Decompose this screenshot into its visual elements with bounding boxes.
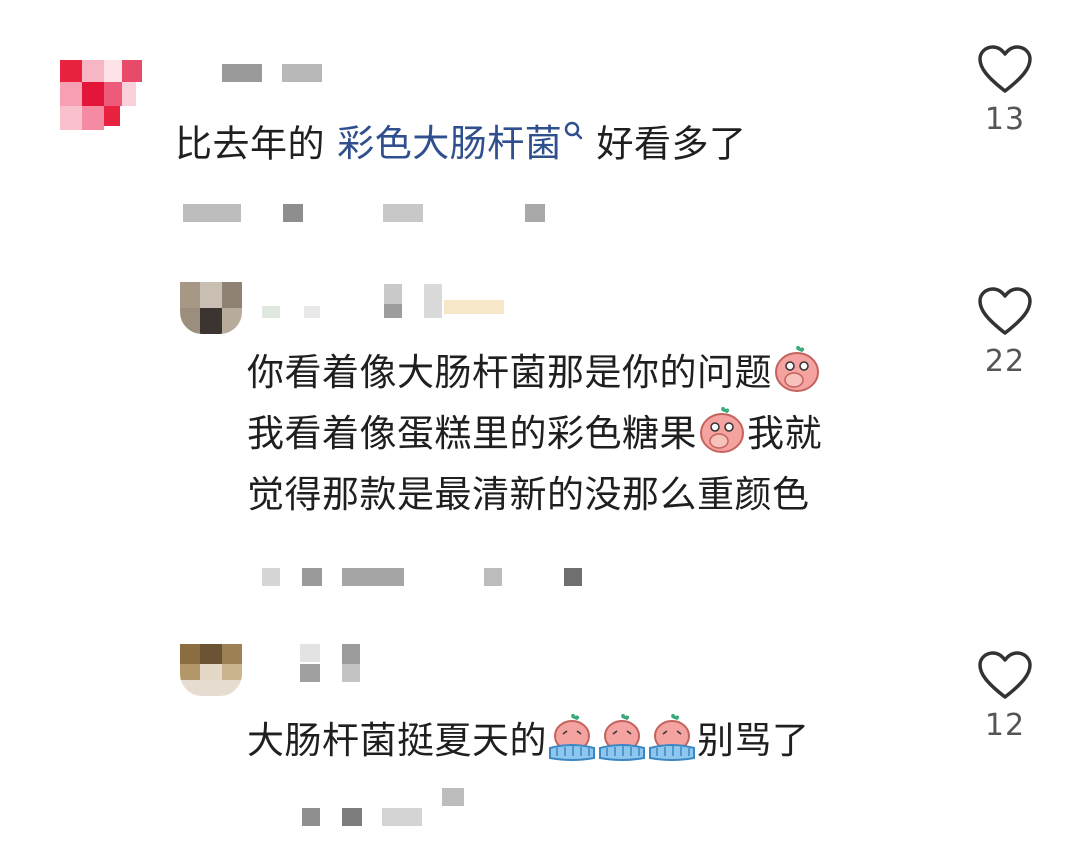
like-button[interactable]: 22 bbox=[975, 286, 1035, 379]
comment-meta bbox=[302, 788, 472, 828]
like-count: 12 bbox=[984, 708, 1026, 743]
reply-text-line: 觉得那款是最清新的没那么重颜色 bbox=[247, 473, 810, 516]
search-icon bbox=[564, 121, 584, 149]
reply-text: 大肠杆菌挺夏天的 别骂了 bbox=[247, 710, 810, 771]
peach-crying-emoji bbox=[649, 713, 695, 761]
heart-outline-icon bbox=[978, 287, 1032, 335]
comment-meta bbox=[262, 568, 592, 588]
peach-hand-over-mouth-emoji bbox=[700, 406, 744, 453]
reply-text: 你看着像大肠杆菌那是你的问题 我看着像蛋糕里的彩色糖果 我就 觉得那款是最清新的没… bbox=[247, 342, 822, 525]
heart-outline-icon bbox=[978, 651, 1032, 699]
heart-outline-icon bbox=[978, 45, 1032, 93]
username[interactable] bbox=[222, 64, 332, 84]
reply-text-line: 你看着像大肠杆菌那是你的问题 bbox=[247, 342, 822, 403]
comment-text-tail: 好看多了 bbox=[584, 122, 747, 166]
username[interactable] bbox=[300, 644, 370, 684]
like-button[interactable]: 12 bbox=[975, 650, 1035, 743]
comment-meta bbox=[183, 204, 563, 224]
reply-text-line: 我看着像蛋糕里的彩色糖果 我就 bbox=[247, 403, 822, 464]
comment-item: 比去年的 彩色大肠杆菌 好看多了 13 bbox=[0, 0, 1080, 260]
comment-text: 比去年的 彩色大肠杆菌 好看多了 bbox=[175, 106, 747, 174]
like-count: 22 bbox=[984, 344, 1026, 379]
avatar[interactable] bbox=[180, 644, 242, 696]
username[interactable] bbox=[262, 284, 512, 320]
reply-item: 你看着像大肠杆菌那是你的问题 我看着像蛋糕里的彩色糖果 我就 觉得那款是最清新的没… bbox=[0, 270, 1080, 610]
comment-text-plain: 比去年的 bbox=[175, 122, 338, 166]
peach-crying-emoji bbox=[549, 713, 595, 761]
search-link-label: 彩色大肠杆菌 bbox=[337, 122, 563, 166]
avatar[interactable] bbox=[60, 60, 142, 130]
like-count: 13 bbox=[984, 102, 1026, 137]
avatar[interactable] bbox=[180, 282, 242, 334]
reply-item: 大肠杆菌挺夏天的 别骂了 12 bbox=[0, 630, 1080, 857]
like-button[interactable]: 13 bbox=[975, 44, 1035, 137]
search-link[interactable]: 彩色大肠杆菌 bbox=[337, 121, 584, 166]
peach-crying-emoji bbox=[599, 713, 645, 761]
peach-hand-over-mouth-emoji bbox=[775, 345, 819, 392]
